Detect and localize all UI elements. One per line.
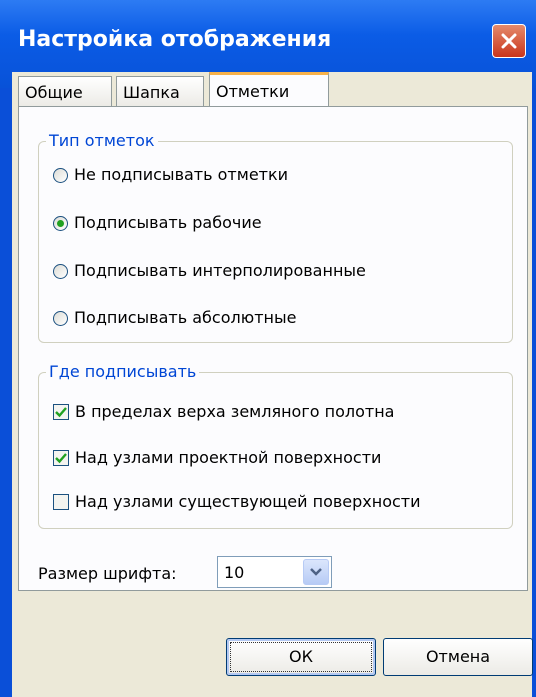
- radio-button: [53, 311, 68, 326]
- checkbox-label: В пределах верха земляного полотна: [75, 402, 395, 421]
- check-icon: [55, 453, 67, 464]
- window-title: Настройка отображения: [18, 27, 332, 52]
- dialog-body: Общие Шапка Отметки Тип отметок Не подпи…: [12, 72, 532, 697]
- font-size-select[interactable]: 10: [217, 556, 332, 588]
- group-legend-mark-type: Тип отметок: [46, 131, 158, 150]
- tab-label: Шапка: [123, 83, 180, 102]
- close-button[interactable]: [492, 24, 526, 58]
- tab-label: Общие: [25, 83, 83, 102]
- checkbox-checked: [53, 404, 69, 420]
- chevron-down-icon: [310, 568, 322, 576]
- check-icon: [55, 407, 67, 418]
- checkbox-unchecked: [53, 494, 69, 510]
- radio-label: Подписывать абсолютные: [74, 308, 297, 327]
- group-legend-where: Где подписывать: [46, 362, 200, 381]
- ok-button[interactable]: ОК: [226, 638, 376, 676]
- radio-label: Не подписывать отметки: [74, 165, 289, 184]
- radio-button-selected: [53, 216, 68, 231]
- radio-label: Подписывать интерполированные: [74, 261, 366, 280]
- cancel-button[interactable]: Отмена: [383, 638, 533, 676]
- tab-header[interactable]: Шапка: [116, 76, 204, 106]
- radio-button: [53, 168, 68, 183]
- tab-panel-marks: Тип отметок Не подписывать отметки Подпи…: [18, 106, 528, 591]
- tab-marks[interactable]: Отметки: [209, 72, 329, 108]
- checkbox-label: Над узлами существующей поверхности: [75, 492, 421, 511]
- checkbox-label: Над узлами проектной поверхности: [75, 448, 382, 467]
- radio-button: [53, 264, 68, 279]
- font-size-value: 10: [224, 563, 245, 582]
- close-icon: [501, 33, 517, 49]
- font-size-label: Размер шрифта:: [38, 564, 177, 583]
- tab-label: Отметки: [216, 82, 290, 101]
- dialog-window: Настройка отображения Общие Шапка Отметк…: [0, 0, 536, 697]
- tab-general[interactable]: Общие: [18, 76, 112, 106]
- checkbox-checked: [53, 450, 69, 466]
- radio-dot: [57, 220, 64, 227]
- radio-label: Подписывать рабочие: [74, 213, 262, 232]
- dropdown-button[interactable]: [303, 559, 329, 585]
